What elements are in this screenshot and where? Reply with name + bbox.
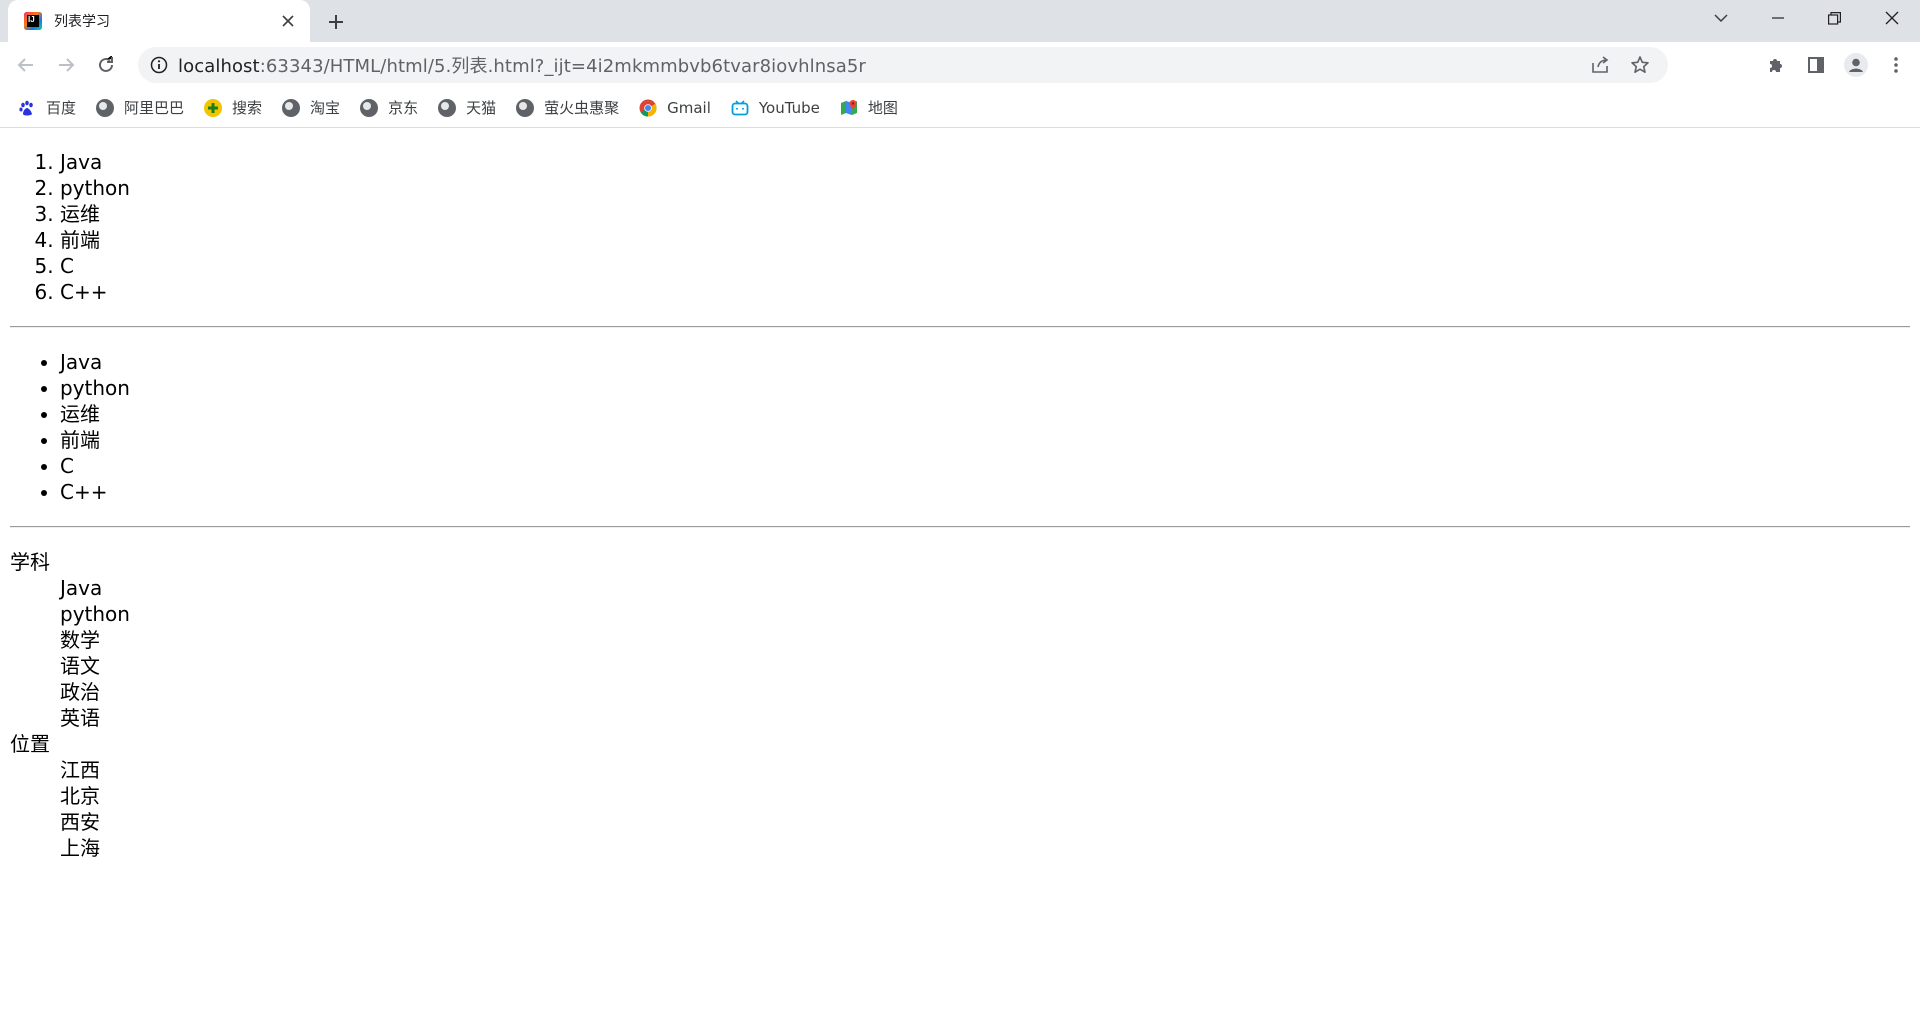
ordered-list-item: C++	[60, 279, 1920, 305]
bilibili-tv-icon	[731, 99, 749, 117]
definition-item: 北京	[60, 784, 100, 808]
menu-kebab-icon[interactable]	[1876, 47, 1916, 83]
bookmark-label: 地图	[867, 99, 898, 117]
definition-item: 政治	[60, 680, 100, 704]
definition-item: 西安	[60, 810, 100, 834]
ordered-list-item: 运维	[60, 201, 1920, 227]
bookmark-youtube[interactable]: YouTube	[731, 94, 832, 122]
horizontal-rule	[10, 526, 1910, 528]
bookmark-firefly[interactable]: 萤火虫惠聚	[516, 94, 631, 122]
chrome-icon	[639, 99, 657, 117]
definition-item: 数学	[60, 628, 100, 652]
definition-item: 上海	[60, 836, 100, 860]
bookmark-label: YouTube	[758, 98, 820, 117]
definition-item: 语文	[60, 654, 100, 678]
ordered-list-item: python	[60, 175, 1920, 201]
definition-list: 学科 Java python 数学 语文 政治 英语 位置 江西 北京 西安 上…	[0, 549, 1920, 861]
browser-toolbar: localhost:63343/HTML/html/5.列表.html?_ijt…	[0, 42, 1920, 88]
globe-icon	[282, 98, 301, 117]
browser-tab[interactable]: IJ 列表学习	[8, 0, 310, 42]
definition-item: 江西	[60, 758, 100, 782]
tab-search-chevron-icon[interactable]	[1692, 0, 1749, 36]
bookmark-alibaba[interactable]: 阿里巴巴	[96, 94, 196, 122]
globe-icon	[516, 98, 535, 117]
bookmark-star-icon[interactable]	[1628, 53, 1652, 77]
forward-arrow-icon[interactable]	[48, 47, 84, 83]
bookmark-label: 阿里巴巴	[124, 99, 185, 117]
unordered-list: Java python 运维 前端 C C++	[0, 349, 1920, 505]
bookmark-label: 京东	[388, 99, 419, 117]
bookmark-label: 淘宝	[310, 99, 341, 117]
unordered-list-item: C++	[60, 479, 1920, 505]
bookmark-maps[interactable]: 地图	[840, 94, 910, 122]
ordered-list-item: 前端	[60, 227, 1920, 253]
minimize-icon[interactable]	[1749, 0, 1806, 36]
ordered-list-item: Java	[60, 149, 1920, 175]
bookmark-baidu[interactable]: 百度	[18, 94, 88, 122]
globe-icon	[360, 98, 379, 117]
unordered-list-item: C	[60, 453, 1920, 479]
globe-icon	[96, 98, 115, 117]
bookmark-jd[interactable]: 京东	[360, 94, 430, 122]
page-content: Java python 运维 前端 C C++ Java python 运维 前…	[0, 149, 1920, 861]
bookmark-search[interactable]: 搜索	[204, 94, 274, 122]
bookmark-gmail[interactable]: Gmail	[639, 94, 723, 122]
tab-title: 列表学习	[54, 14, 110, 30]
profile-avatar-icon[interactable]	[1836, 47, 1876, 83]
bookmark-label: 百度	[46, 99, 77, 117]
unordered-list-item: 前端	[60, 427, 1920, 453]
close-window-icon[interactable]	[1863, 0, 1920, 36]
url-text[interactable]: localhost:63343/HTML/html/5.列表.html?_ijt…	[178, 52, 1588, 78]
baidu-paw-icon	[18, 99, 36, 117]
bookmark-taobao[interactable]: 淘宝	[282, 94, 352, 122]
bookmark-label: 萤火虫惠聚	[544, 99, 620, 117]
definition-item: python	[60, 602, 130, 626]
ordered-list-item: C	[60, 253, 1920, 279]
definition-term: 学科	[10, 550, 50, 574]
bookmark-label: 搜索	[232, 99, 263, 117]
search-plus-icon	[204, 98, 223, 117]
back-arrow-icon[interactable]	[8, 47, 44, 83]
url-path: :63343/HTML/html/5.列表.html?_ijt=4i2mkmmb…	[259, 56, 866, 77]
share-icon[interactable]	[1588, 53, 1612, 77]
bookmarks-bar: 百度 阿里巴巴 搜索 淘宝 京东 天猫 萤火虫惠聚 Gmail YouTube	[0, 88, 1920, 128]
definition-term: 位置	[10, 732, 50, 756]
bookmark-tmall[interactable]: 天猫	[438, 94, 508, 122]
definition-item: Java	[60, 576, 103, 600]
ordered-list: Java python 运维 前端 C C++	[0, 149, 1920, 305]
bookmark-label: Gmail	[667, 98, 711, 117]
url-host: localhost	[178, 56, 260, 77]
bookmark-label: 天猫	[466, 99, 497, 117]
site-info-icon[interactable]	[150, 56, 168, 74]
restore-icon[interactable]	[1806, 0, 1863, 36]
window-controls	[1692, 0, 1920, 36]
maps-icon	[840, 99, 858, 117]
unordered-list-item: Java	[60, 349, 1920, 375]
globe-icon	[438, 98, 457, 117]
new-tab-button[interactable]	[322, 8, 350, 36]
horizontal-rule	[10, 326, 1910, 328]
unordered-list-item: python	[60, 375, 1920, 401]
extensions-puzzle-icon[interactable]	[1756, 47, 1796, 83]
side-panel-icon[interactable]	[1796, 47, 1836, 83]
definition-item: 英语	[60, 706, 100, 730]
tab-close-icon[interactable]	[278, 11, 298, 31]
address-bar[interactable]: localhost:63343/HTML/html/5.列表.html?_ijt…	[138, 47, 1668, 83]
reload-icon[interactable]	[88, 47, 124, 83]
intellij-favicon-icon: IJ	[24, 12, 42, 30]
tab-strip: IJ 列表学习	[0, 0, 1920, 42]
unordered-list-item: 运维	[60, 401, 1920, 427]
